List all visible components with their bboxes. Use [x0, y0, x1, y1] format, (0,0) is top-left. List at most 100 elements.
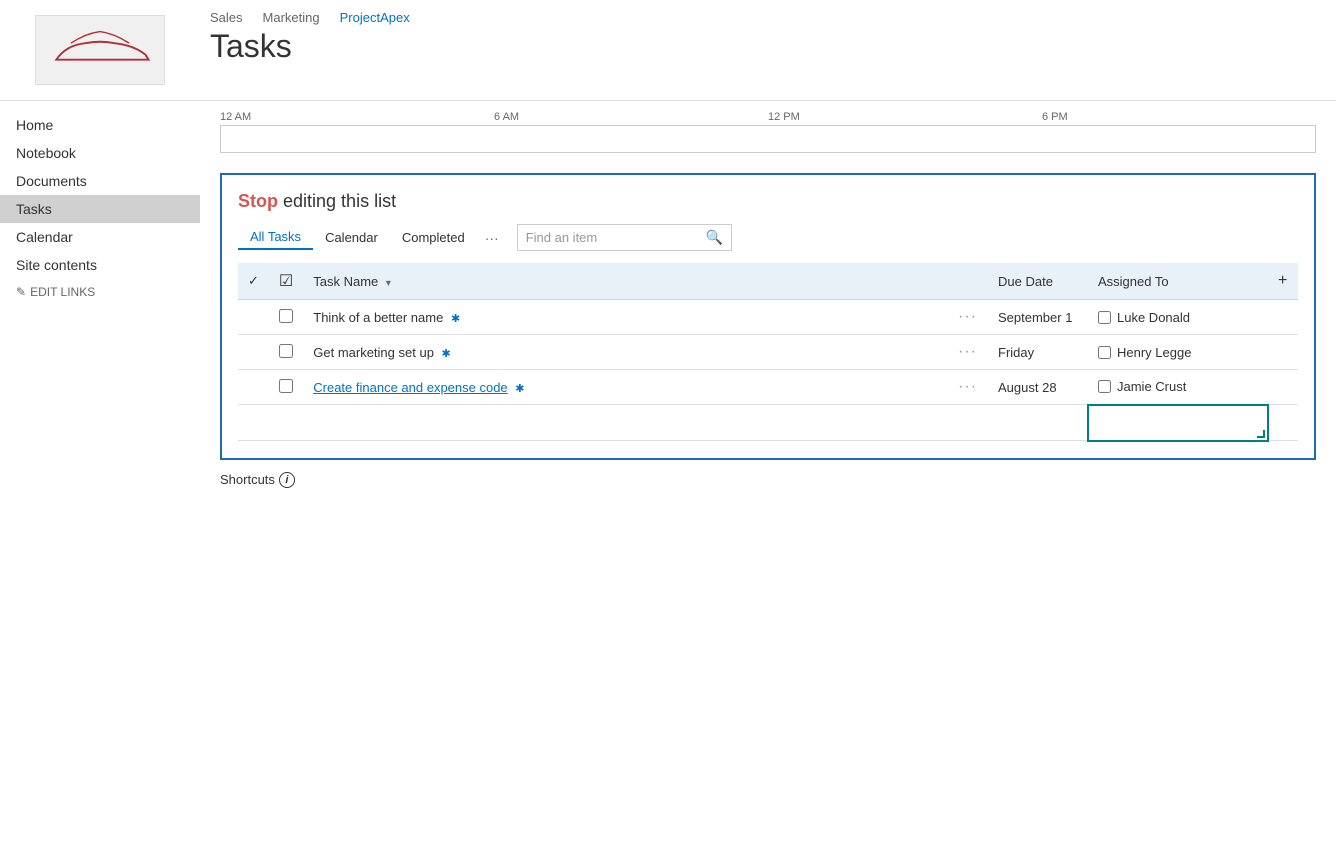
sidebar: Home Notebook Documents Tasks Calendar S… — [0, 101, 200, 498]
timeline-label-6am: 6 AM — [494, 111, 768, 123]
header-nav: Sales Marketing ProjectApex Tasks — [200, 10, 410, 64]
tab-all-tasks[interactable]: All Tasks — [238, 225, 313, 250]
timeline-label-6pm: 6 PM — [1042, 111, 1316, 123]
row1-star-icon: ✱ — [451, 313, 460, 325]
empty-name-cell — [303, 405, 948, 441]
row2-checkbox[interactable] — [279, 344, 293, 358]
row2-due-cell: Friday — [988, 335, 1088, 370]
row3-person: Jamie Crust — [1098, 379, 1258, 394]
logo-image — [35, 15, 165, 85]
info-icon[interactable]: i — [279, 472, 295, 488]
table-row: Get marketing set up ✱ ··· Friday Henry … — [238, 335, 1298, 370]
row3-person-name: Jamie Crust — [1117, 379, 1186, 394]
timeline: 12 AM 6 AM 12 PM 6 PM — [220, 111, 1316, 153]
search-input[interactable] — [518, 226, 698, 249]
empty-checkbox-cell — [269, 405, 303, 441]
task-name-label: Task Name — [313, 274, 378, 289]
col-header-assigned[interactable]: Assigned To — [1088, 263, 1268, 300]
col-header-add[interactable]: + — [1268, 263, 1298, 300]
row2-name-cell: Get marketing set up ✱ — [303, 335, 948, 370]
row1-check-cell — [238, 300, 269, 335]
row1-person-checkbox[interactable] — [1098, 311, 1111, 324]
table-row-empty — [238, 405, 1298, 441]
resize-handle[interactable] — [1257, 430, 1265, 438]
row3-star-icon: ✱ — [515, 383, 524, 395]
sidebar-item-home[interactable]: Home — [0, 111, 200, 139]
timeline-label-12am: 12 AM — [220, 111, 494, 123]
row1-add-cell — [1268, 300, 1298, 335]
sidebar-item-documents[interactable]: Documents — [0, 167, 200, 195]
row3-task-name[interactable]: Create finance and expense code — [313, 380, 507, 395]
logo-area — [0, 10, 200, 90]
timeline-label-12pm: 12 PM — [768, 111, 1042, 123]
tab-more[interactable]: ··· — [477, 226, 507, 250]
row2-task-name: Get marketing set up — [313, 345, 434, 360]
table-row: Create finance and expense code ✱ ··· Au… — [238, 370, 1298, 405]
add-column-button[interactable]: + — [1278, 272, 1287, 290]
row2-checkbox-cell[interactable] — [269, 335, 303, 370]
main-content: 12 AM 6 AM 12 PM 6 PM Stop editing this … — [200, 101, 1336, 498]
tab-calendar[interactable]: Calendar — [313, 226, 390, 249]
row2-dots-cell[interactable]: ··· — [948, 335, 988, 370]
task-table: ✓ ☑ Task Name ▾ Due Date — [238, 263, 1298, 442]
row1-checkbox[interactable] — [279, 309, 293, 323]
pencil-icon: ✎ — [16, 285, 26, 299]
row2-assigned-cell: Henry Legge — [1088, 335, 1268, 370]
row2-person: Henry Legge — [1098, 345, 1258, 360]
stop-editing-button[interactable]: Stop editing this list — [238, 191, 1298, 212]
checkmark-icon: ✓ — [248, 273, 259, 288]
checkbox-icon: ☑ — [279, 273, 293, 290]
nav-projectapex[interactable]: ProjectApex — [340, 10, 410, 25]
row1-person: Luke Donald — [1098, 310, 1258, 325]
page-title: Tasks — [210, 29, 410, 64]
row3-dots-cell[interactable]: ··· — [948, 370, 988, 405]
sidebar-item-notebook[interactable]: Notebook — [0, 139, 200, 167]
row3-checkbox[interactable] — [279, 379, 293, 393]
list-header: Stop editing this list All Tasks Calenda… — [238, 191, 1298, 251]
row3-assigned-cell: Jamie Crust — [1088, 370, 1268, 405]
row2-add-cell — [1268, 335, 1298, 370]
col-header-checkbox: ☑ — [269, 263, 303, 300]
row1-task-name: Think of a better name — [313, 310, 443, 325]
row3-more-button[interactable]: ··· — [958, 378, 977, 396]
timeline-bar — [220, 125, 1316, 153]
due-date-label: Due Date — [998, 274, 1053, 289]
row1-name-cell: Think of a better name ✱ — [303, 300, 948, 335]
nav-marketing[interactable]: Marketing — [263, 10, 320, 25]
tab-completed[interactable]: Completed — [390, 226, 477, 249]
row1-assigned-cell: Luke Donald — [1088, 300, 1268, 335]
col-header-due[interactable]: Due Date — [988, 263, 1088, 300]
sidebar-item-calendar[interactable]: Calendar — [0, 223, 200, 251]
row2-more-button[interactable]: ··· — [958, 343, 977, 361]
shortcuts-label: Shortcuts — [220, 472, 275, 487]
row1-person-name: Luke Donald — [1117, 310, 1190, 325]
row1-dots-cell[interactable]: ··· — [948, 300, 988, 335]
sidebar-item-tasks[interactable]: Tasks — [0, 195, 200, 223]
empty-due-cell — [988, 405, 1088, 441]
row3-name-cell: Create finance and expense code ✱ — [303, 370, 948, 405]
view-tabs: All Tasks Calendar Completed ··· 🔍 — [238, 224, 1298, 251]
row1-more-button[interactable]: ··· — [958, 308, 977, 326]
search-button[interactable]: 🔍 — [698, 225, 731, 250]
col-header-check: ✓ — [238, 263, 269, 300]
edit-links[interactable]: ✎ EDIT LINKS — [0, 279, 200, 305]
row1-due-cell: September 1 — [988, 300, 1088, 335]
empty-assigned-cell[interactable] — [1088, 405, 1268, 441]
row1-checkbox-cell[interactable] — [269, 300, 303, 335]
nav-sales[interactable]: Sales — [210, 10, 243, 25]
empty-add-cell — [1268, 405, 1298, 441]
row2-person-checkbox[interactable] — [1098, 346, 1111, 359]
col-header-task-name[interactable]: Task Name ▾ — [303, 263, 948, 300]
row3-checkbox-cell[interactable] — [269, 370, 303, 405]
sidebar-item-site-contents[interactable]: Site contents — [0, 251, 200, 279]
sort-arrow-icon: ▾ — [386, 278, 391, 289]
nav-links: Sales Marketing ProjectApex — [210, 10, 410, 25]
empty-check-cell — [238, 405, 269, 441]
shortcuts: Shortcuts i — [220, 472, 1316, 488]
header: Sales Marketing ProjectApex Tasks — [0, 0, 1336, 101]
col-header-dots — [948, 263, 988, 300]
search-icon: 🔍 — [706, 229, 723, 245]
row2-check-cell — [238, 335, 269, 370]
row3-person-checkbox[interactable] — [1098, 380, 1111, 393]
editing-text: editing this list — [283, 191, 396, 211]
